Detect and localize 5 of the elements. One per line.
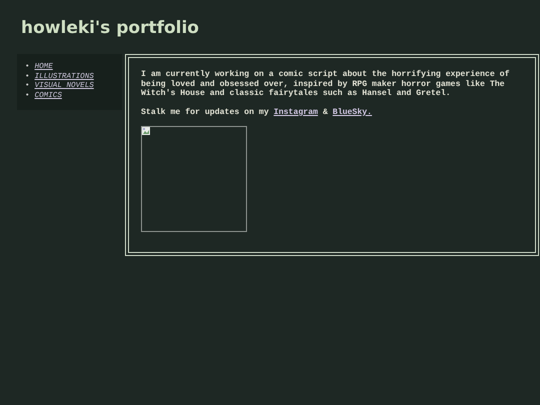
updates-text: Stalk me for updates on my Instagram & BlueSky. [141, 108, 373, 118]
social-link[interactable]: BlueSky. [332, 108, 372, 117]
intro-text: I am currently working on a comic script about the horrifying experience of being loved and obsessed over, inspired by RPG maker horror games like The Witch's House and classic fairytales such as Hansel and Gretel. [141, 70, 510, 99]
social-link[interactable]: Instagram [274, 108, 318, 117]
site-title: howleki's portfolio [20, 17, 200, 40]
